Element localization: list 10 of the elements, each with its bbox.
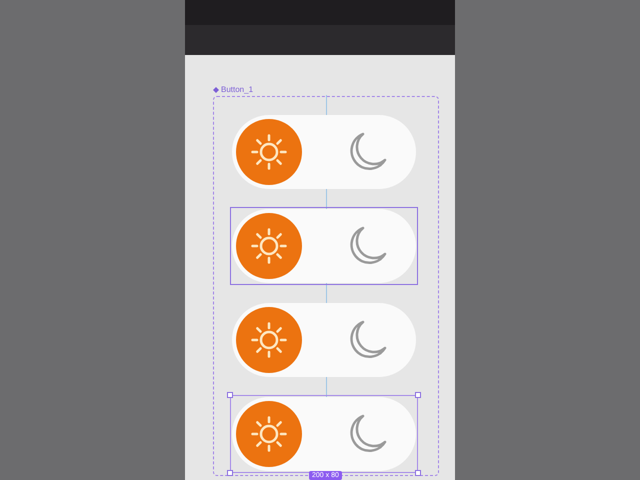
sun-icon — [250, 227, 288, 265]
frame-label: Button_1 — [221, 85, 254, 95]
resize-handle[interactable] — [227, 392, 233, 398]
sun-icon — [250, 415, 288, 453]
component-icon — [213, 87, 219, 93]
resize-handle[interactable] — [415, 470, 421, 476]
resize-handle[interactable] — [227, 470, 233, 476]
sun-icon — [250, 133, 288, 171]
resize-handle[interactable] — [415, 392, 421, 398]
sun-icon — [250, 321, 288, 359]
